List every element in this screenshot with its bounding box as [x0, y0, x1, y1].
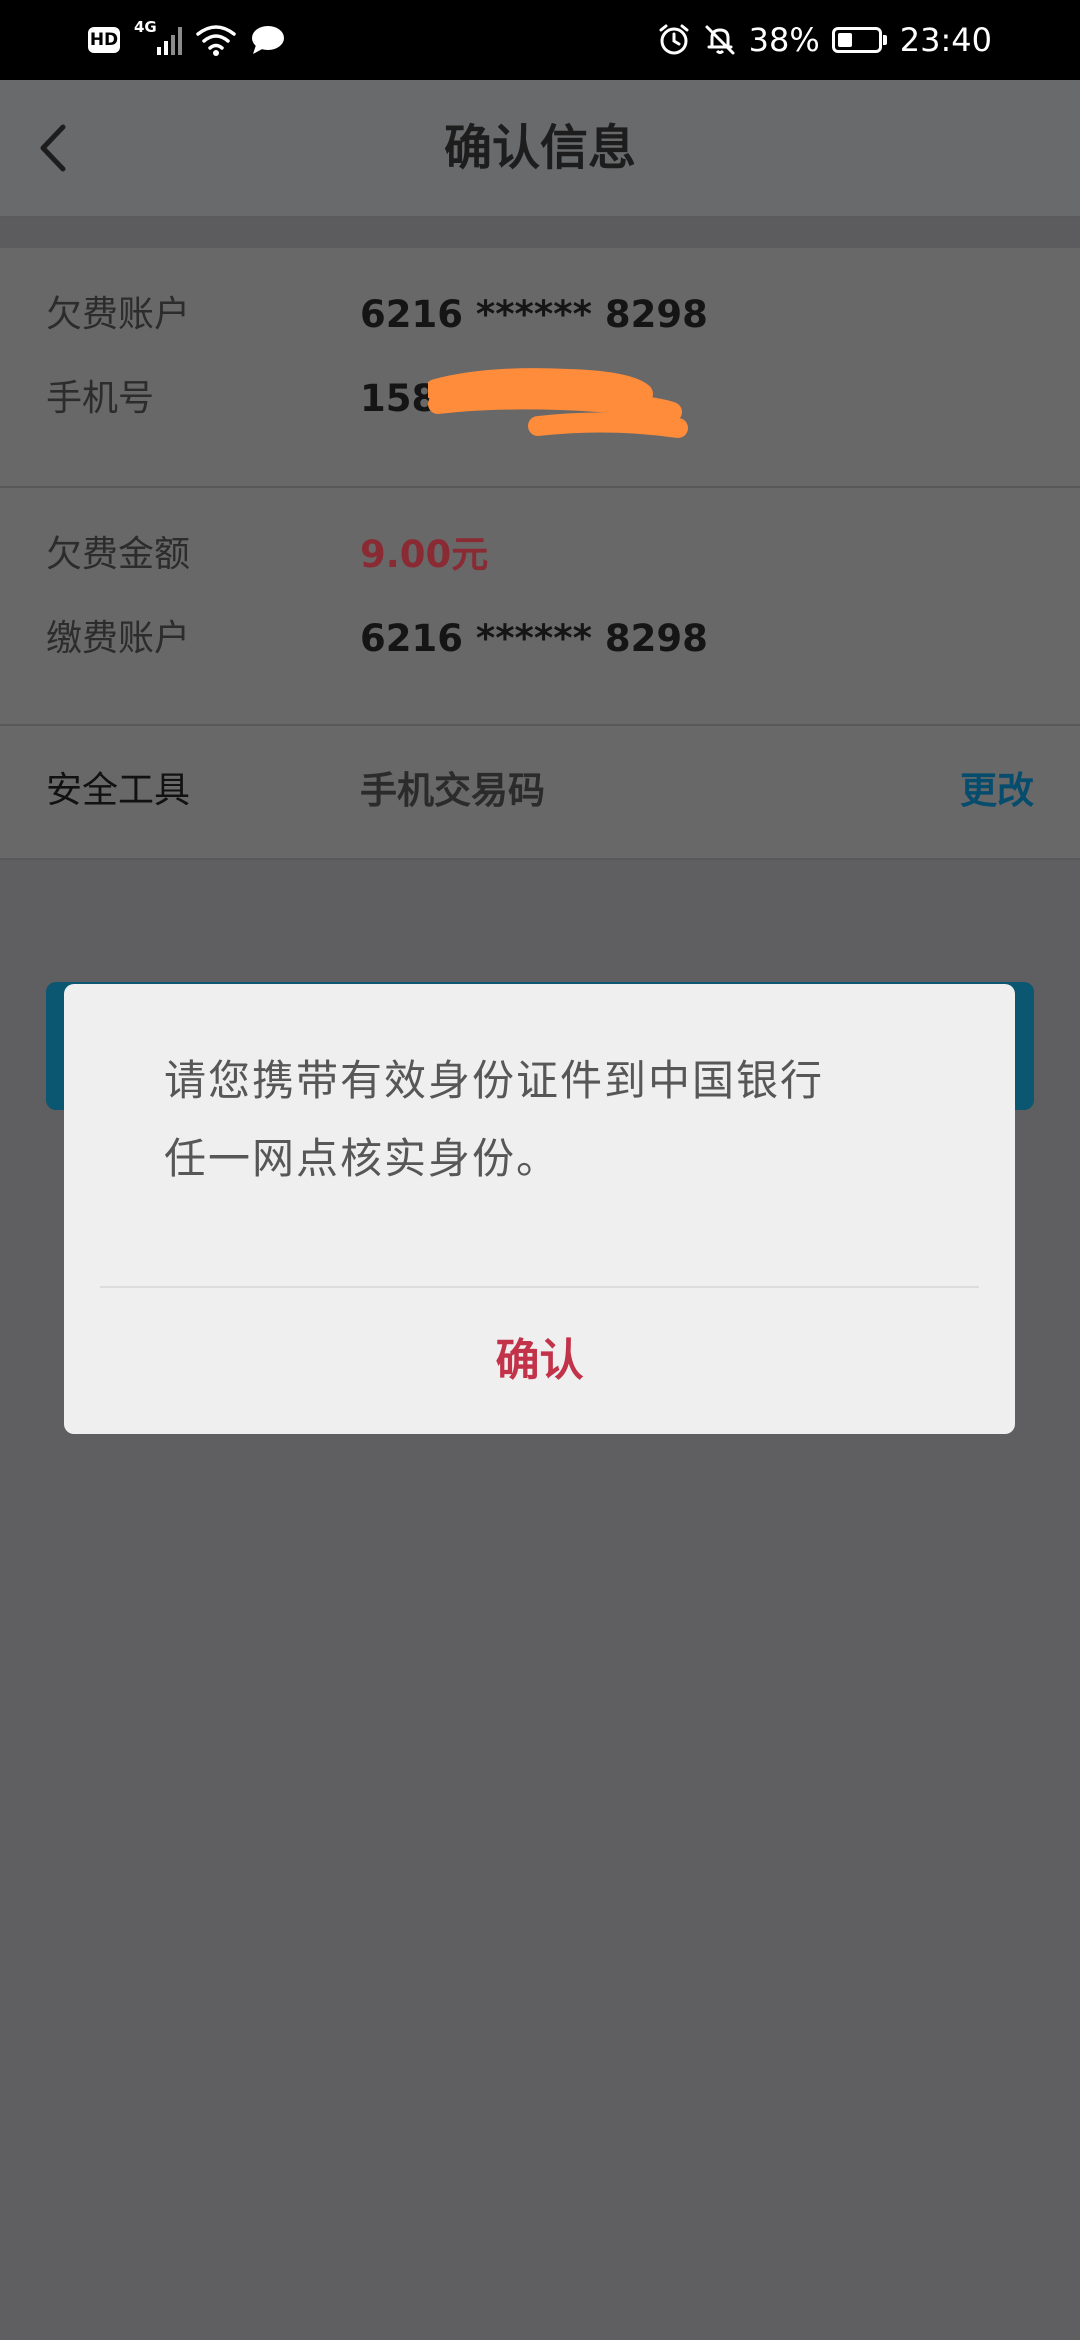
arrears-account-row: 欠费账户 6216 ****** 8298	[0, 280, 1080, 350]
payment-account-row: 缴费账户 6216 ****** 8298	[0, 604, 1080, 674]
payment-account-value: 6216 ****** 8298	[360, 617, 708, 660]
hd-icon: HD	[88, 27, 120, 53]
wifi-icon	[196, 25, 236, 56]
signal-icon	[156, 25, 182, 55]
dialog-message-line-2: 任一网点核实身份。	[164, 1134, 561, 1183]
status-bar-right: 38% 23:40	[657, 18, 992, 62]
alert-dialog: 请您携带有效身份证件到中国银行 任一网点核实身份。 确认	[64, 984, 1015, 1434]
arrears-amount-value: 9.00元	[360, 533, 489, 576]
payment-section: 欠费金额 9.00元 缴费账户 6216 ****** 8298	[0, 488, 1080, 726]
clock: 23:40	[899, 21, 992, 59]
change-security-tool-link[interactable]: 更改	[960, 756, 1034, 826]
battery-icon	[831, 27, 887, 53]
section-spacer	[0, 218, 1080, 248]
dialog-message: 请您携带有效身份证件到中国银行 任一网点核实身份。	[164, 1042, 964, 1198]
status-bar: HD 4G 38% 23:40	[0, 0, 1080, 80]
security-tool-value: 手机交易码	[360, 769, 545, 812]
battery-percent: 38%	[748, 21, 820, 59]
security-tool-row: 安全工具 手机交易码 更改	[0, 756, 1080, 826]
arrears-amount-label: 欠费金额	[46, 534, 191, 575]
arrears-amount-row: 欠费金额 9.00元	[0, 520, 1080, 590]
arrears-account-value: 6216 ****** 8298	[360, 293, 708, 336]
dialog-message-line-1: 请您携带有效身份证件到中国银行	[164, 1056, 825, 1105]
page-header: 确认信息	[0, 80, 1080, 218]
page-title: 确认信息	[443, 120, 636, 176]
dialog-confirm-button[interactable]: 确认	[64, 1288, 1015, 1434]
status-bar-left: HD 4G	[88, 18, 286, 62]
phone-number-label: 手机号	[46, 378, 155, 419]
redaction-scribble	[428, 368, 688, 438]
payment-account-label: 缴费账户	[46, 618, 191, 659]
message-icon	[251, 26, 284, 54]
bell-off-icon	[705, 25, 735, 55]
security-section: 安全工具 手机交易码 更改	[0, 726, 1080, 860]
alarm-icon	[659, 24, 689, 55]
arrears-account-label: 欠费账户	[46, 294, 191, 335]
security-tool-label: 安全工具	[46, 770, 191, 811]
network-type-label: 4G	[134, 18, 157, 36]
phone-number-value: 158	[360, 377, 438, 420]
battery-level-fill	[837, 33, 852, 47]
